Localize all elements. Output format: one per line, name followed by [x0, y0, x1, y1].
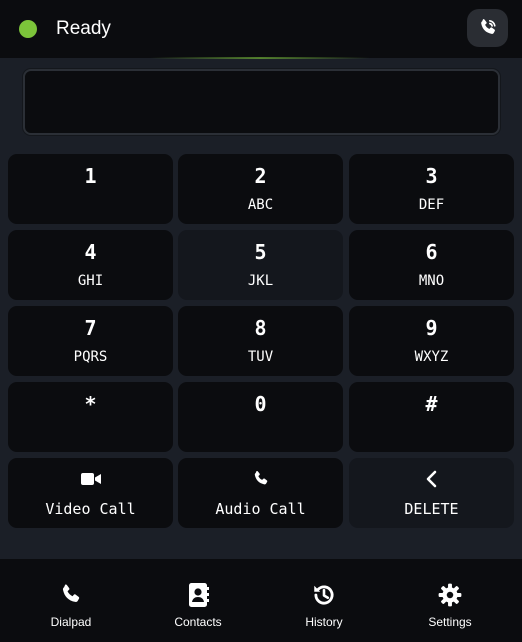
status-indicator-dot — [19, 20, 37, 38]
key-9[interactable]: 9 WXYZ — [349, 306, 514, 376]
nav-item-settings[interactable]: Settings — [385, 559, 515, 642]
header-accent-line — [150, 57, 370, 59]
key-1[interactable]: 1 — [8, 154, 173, 224]
key-digit: 2 — [254, 164, 267, 188]
key-digit: 3 — [425, 164, 438, 188]
key-letters: MNO — [418, 273, 445, 289]
chevron-left-icon — [349, 469, 514, 489]
key-6[interactable]: 6 MNO — [349, 230, 514, 300]
key-0[interactable]: 0 — [178, 382, 343, 452]
key-digit: 7 — [84, 316, 97, 340]
status-text: Ready — [56, 18, 111, 39]
key-letters: PQRS — [73, 349, 108, 365]
nav-item-history[interactable]: History — [259, 559, 389, 642]
audio-call-button[interactable]: Audio Call — [178, 458, 343, 528]
key-letters: WXYZ — [414, 349, 449, 365]
nav-item-dialpad[interactable]: Dialpad — [6, 559, 136, 642]
nav-label: Contacts — [174, 615, 222, 629]
nav-label: History — [305, 615, 343, 629]
key-star[interactable]: * — [8, 382, 173, 452]
contact-book-icon — [133, 581, 263, 609]
key-letters: JKL — [247, 273, 274, 289]
key-digit: 4 — [84, 240, 97, 264]
video-camera-icon — [8, 469, 173, 489]
key-digit: * — [84, 392, 97, 416]
key-digit: 0 — [254, 392, 267, 416]
key-4[interactable]: 4 GHI — [8, 230, 173, 300]
key-3[interactable]: 3 DEF — [349, 154, 514, 224]
key-7[interactable]: 7 PQRS — [8, 306, 173, 376]
key-digit: 6 — [425, 240, 438, 264]
key-5[interactable]: 5 JKL — [178, 230, 343, 300]
key-digit: # — [425, 392, 438, 416]
key-digit: 9 — [425, 316, 438, 340]
delete-button[interactable]: DELETE — [349, 458, 514, 528]
key-letters: GHI — [77, 273, 104, 289]
video-call-label: Video Call — [45, 500, 136, 518]
number-display[interactable] — [23, 69, 500, 135]
nav-label: Dialpad — [50, 615, 92, 629]
delete-label: DELETE — [404, 500, 459, 518]
key-hash[interactable]: # — [349, 382, 514, 452]
key-2[interactable]: 2 ABC — [178, 154, 343, 224]
bottom-navigation: Dialpad Contacts History Settings — [0, 559, 522, 642]
call-log-button[interactable] — [467, 9, 508, 47]
gear-icon — [385, 581, 515, 609]
audio-call-label: Audio Call — [215, 500, 306, 518]
nav-label: Settings — [428, 615, 472, 629]
phone-icon — [6, 581, 136, 609]
nav-item-contacts[interactable]: Contacts — [133, 559, 263, 642]
phone-icon — [178, 469, 343, 489]
key-letters: TUV — [247, 349, 274, 365]
video-call-button[interactable]: Video Call — [8, 458, 173, 528]
key-digit: 1 — [84, 164, 97, 188]
key-letters: ABC — [247, 197, 274, 213]
phone-log-icon — [480, 19, 496, 34]
history-icon — [259, 581, 389, 609]
key-digit: 5 — [254, 240, 267, 264]
status-bar: Ready — [0, 0, 522, 59]
key-digit: 8 — [254, 316, 267, 340]
key-letters: DEF — [418, 197, 445, 213]
key-8[interactable]: 8 TUV — [178, 306, 343, 376]
